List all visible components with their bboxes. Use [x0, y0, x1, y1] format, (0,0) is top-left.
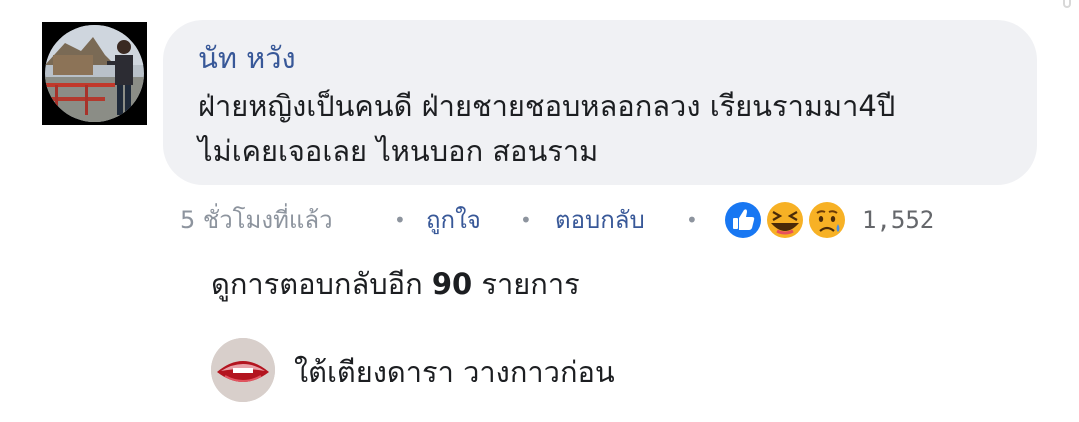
reaction-count[interactable]: 1,552 [862, 200, 934, 240]
comment-timestamp[interactable]: 5 ชั่วโมงที่แล้ว [180, 200, 333, 240]
comment-text-line-2: ไม่เคยเจอเลย ไหนบอก สอนราม [198, 134, 599, 168]
reactions-summary[interactable] [720, 198, 850, 242]
reply-line: ใต้เตียงดารา วางกาวก่อน [294, 352, 615, 392]
reply-avatar[interactable] [211, 338, 275, 402]
separator-dot: • [686, 208, 698, 232]
comment-text-line-1: ฝ่ายหญิงเป็นคนดี ฝ่ายชายชอบหลอกลวง เรียน… [198, 89, 896, 123]
avatar-photo [45, 25, 144, 122]
corner-mark [1063, 0, 1071, 8]
separator-dot: • [520, 208, 532, 232]
like-icon [723, 200, 763, 240]
avatar[interactable] [42, 22, 147, 125]
more-replies-count: 90 [431, 267, 473, 301]
view-more-replies-link[interactable]: ดูการตอบกลับอีก 90 รายการ [211, 262, 580, 306]
more-replies-suffix: รายการ [481, 267, 580, 301]
reply-author-name[interactable]: ใต้เตียงดารา [294, 355, 454, 389]
like-button[interactable]: ถูกใจ [426, 200, 481, 240]
laugh-icon [765, 200, 805, 240]
more-replies-prefix: ดูการตอบกลับอีก [211, 267, 423, 301]
comment-author[interactable]: นัท หวัง [198, 40, 296, 76]
reply-button[interactable]: ตอบกลับ [555, 200, 645, 240]
sad-icon [807, 200, 847, 240]
reply-text: วางกาวก่อน [463, 355, 615, 389]
separator-dot: • [394, 208, 406, 232]
